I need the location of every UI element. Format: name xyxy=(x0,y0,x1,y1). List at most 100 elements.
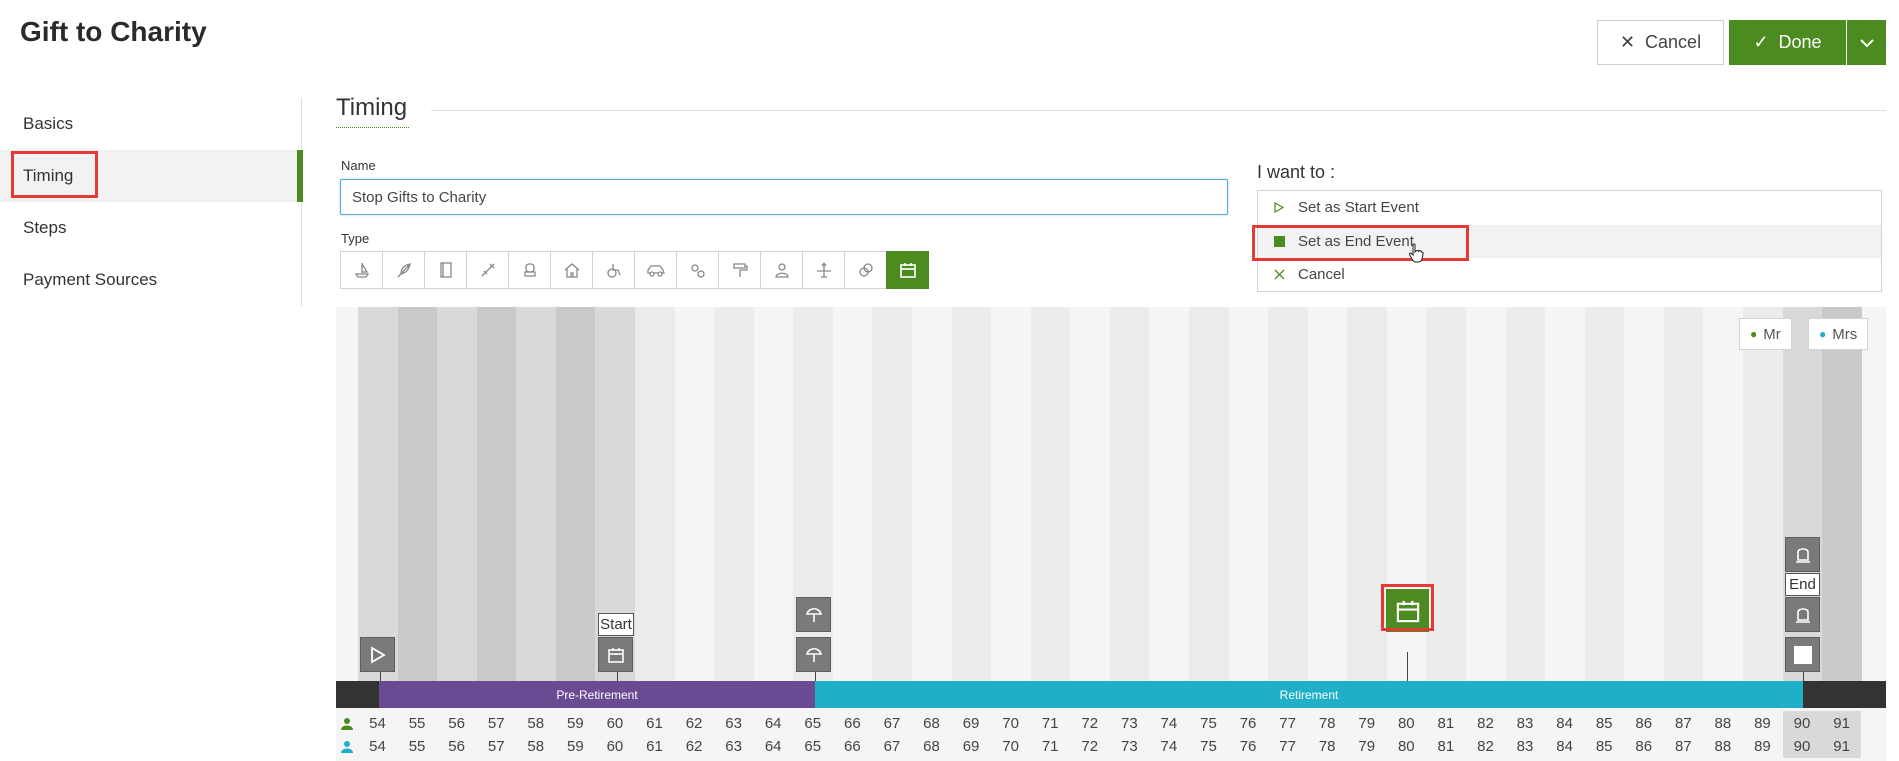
age-cell: 63 xyxy=(725,737,742,755)
timeline-year-column xyxy=(674,307,715,681)
timeline-year-column xyxy=(951,307,992,681)
rings-icon[interactable] xyxy=(844,251,887,289)
timeline-year-column xyxy=(1109,307,1150,681)
timeline-year-column xyxy=(1228,307,1269,681)
start-plan-marker[interactable] xyxy=(360,637,395,672)
legend-mr-button[interactable]: ● Mr xyxy=(1739,318,1792,350)
sidebar-item-basics[interactable]: Basics xyxy=(0,98,302,150)
umbrella-icon[interactable] xyxy=(796,597,831,632)
phase-pre-retirement: Pre-Retirement xyxy=(379,681,815,708)
mrs-age-row: 54 55 56 57 58 59 60 61 62 63 64 65 66 67 68 69 70 71 72 73… xyxy=(336,734,1886,758)
age-cell: 56 xyxy=(448,737,465,755)
age-cell: 73 xyxy=(1120,737,1138,755)
age-cell: 80 xyxy=(1397,737,1415,755)
surgery-icon[interactable] xyxy=(466,251,509,289)
calendar-icon[interactable] xyxy=(886,251,929,289)
type-selector xyxy=(340,251,929,289)
timeline-year-column xyxy=(476,307,517,681)
marker-stem xyxy=(617,672,618,681)
timeline-year-column xyxy=(516,307,556,681)
boat-icon[interactable] xyxy=(340,251,383,289)
age-cell: 67 xyxy=(883,737,901,755)
person-icon[interactable] xyxy=(760,251,803,289)
want-label: I want to : xyxy=(1257,162,1336,182)
end-event-marker[interactable] xyxy=(1785,637,1820,672)
age-cell: 66 xyxy=(843,737,861,755)
age-cell: 79 xyxy=(1358,714,1376,732)
done-button[interactable]: ✓ Done xyxy=(1729,20,1846,65)
end-label: End xyxy=(1785,573,1820,596)
home-icon[interactable] xyxy=(550,251,593,289)
paint-roller-icon[interactable] xyxy=(718,251,761,289)
phase-label: Pre-Retirement xyxy=(556,687,638,702)
age-cell: 75 xyxy=(1200,737,1217,755)
play-outline-icon xyxy=(1272,202,1286,213)
close-icon xyxy=(1272,269,1286,280)
age-cell: 58 xyxy=(527,714,545,732)
wheelchair-icon[interactable] xyxy=(592,251,635,289)
age-cell: 61 xyxy=(646,714,663,732)
age-cell: 76 xyxy=(1239,737,1257,755)
phase-retirement: Retirement xyxy=(815,681,1803,708)
cancel-button[interactable]: ✕ Cancel xyxy=(1597,20,1724,65)
done-dropdown-button[interactable] xyxy=(1847,20,1886,65)
age-cell: 69 xyxy=(962,714,980,732)
start-event-marker[interactable] xyxy=(598,637,633,672)
book-icon[interactable] xyxy=(424,251,467,289)
age-cell: 62 xyxy=(685,737,703,755)
age-cell: 81 xyxy=(1437,737,1455,755)
section-title: Timing xyxy=(336,94,408,121)
age-cell: 80 xyxy=(1397,714,1415,732)
age-cell: 78 xyxy=(1318,737,1336,755)
timeline-year-column xyxy=(832,307,873,681)
age-cell: 55 xyxy=(408,737,426,755)
chevron-down-icon xyxy=(1859,35,1874,51)
marker-stem xyxy=(815,672,816,681)
age-cell: 83 xyxy=(1516,714,1534,732)
age-cell: 82 xyxy=(1477,737,1494,755)
age-cell: 60 xyxy=(606,737,624,755)
person-icon xyxy=(339,711,355,735)
headstone-icon[interactable] xyxy=(1785,597,1820,632)
age-cell: 56 xyxy=(448,714,465,732)
age-cell: 88 xyxy=(1714,714,1732,732)
car-seat-icon[interactable] xyxy=(508,251,551,289)
age-cell: 61 xyxy=(646,737,663,755)
age-cell: 83 xyxy=(1516,737,1534,755)
headstone-icon[interactable] xyxy=(1785,537,1820,572)
age-cell: 68 xyxy=(923,714,940,732)
plane-icon[interactable] xyxy=(802,251,845,289)
timeline-year-column xyxy=(911,307,952,681)
section-title-underline xyxy=(336,127,409,128)
timeline-year-column xyxy=(1584,307,1625,681)
age-cell: 84 xyxy=(1556,714,1573,732)
legend-mrs-button[interactable]: ● Mrs xyxy=(1808,318,1869,350)
name-input[interactable] xyxy=(340,179,1228,215)
feather-icon[interactable] xyxy=(382,251,425,289)
highlight-box-end-event xyxy=(1252,225,1469,261)
set-start-event-option[interactable]: Set as Start Event xyxy=(1258,191,1881,224)
age-cell: 76 xyxy=(1239,714,1257,732)
sidebar-item-label: Basics xyxy=(23,114,74,133)
done-button-label: Done xyxy=(1778,32,1822,52)
age-cell: 88 xyxy=(1714,737,1732,755)
age-cell: 77 xyxy=(1279,737,1296,755)
age-cell: 87 xyxy=(1674,737,1692,755)
age-cell: 81 xyxy=(1437,714,1455,732)
age-cell: 86 xyxy=(1635,714,1653,732)
timeline-year-column xyxy=(1663,307,1704,681)
car-icon[interactable] xyxy=(634,251,677,289)
age-cell: 63 xyxy=(725,714,742,732)
bike-icon[interactable] xyxy=(676,251,719,289)
timeline-year-column xyxy=(1505,307,1546,681)
sidebar-item-payment-sources[interactable]: Payment Sources xyxy=(0,254,302,306)
sidebar-item-steps[interactable]: Steps xyxy=(0,202,302,254)
umbrella-icon[interactable] xyxy=(796,637,831,672)
age-cell: 84 xyxy=(1556,737,1573,755)
age-cell: 65 xyxy=(804,714,822,732)
age-cell: 60 xyxy=(606,714,624,732)
age-cell: 72 xyxy=(1081,714,1099,732)
phase-bar-after xyxy=(1803,681,1886,708)
cancel-option[interactable]: Cancel xyxy=(1258,258,1881,291)
age-cell: 74 xyxy=(1160,714,1178,732)
